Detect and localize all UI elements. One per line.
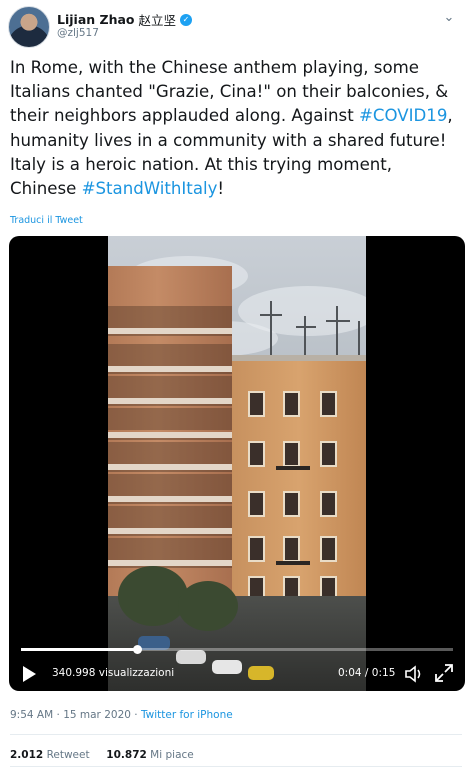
hashtag-covid19[interactable]: #COVID19 xyxy=(359,106,447,125)
video-progress-bar[interactable] xyxy=(21,645,453,654)
meta-separator: · xyxy=(53,709,64,721)
hashtag-standwithitaly[interactable]: #StandWithItaly xyxy=(82,179,218,198)
divider xyxy=(10,734,462,735)
tweet-text: In Rome, with the Chinese anthem playing… xyxy=(10,56,462,201)
tweet-text-part-3: ! xyxy=(217,179,225,199)
tweet-time[interactable]: 9:54 AM xyxy=(10,709,53,721)
retweets-label: Retweet xyxy=(46,749,90,761)
tweet-meta: 9:54 AM · 15 mar 2020 · Twitter for iPho… xyxy=(10,709,233,721)
likes-label: Mi piace xyxy=(150,749,194,761)
tweet-date[interactable]: 15 mar 2020 xyxy=(63,709,131,721)
video-player[interactable]: 340.998 visualizzazioni 0:04 / 0:15 xyxy=(9,236,465,691)
display-name[interactable]: Lijian Zhao xyxy=(57,12,135,27)
avatar[interactable] xyxy=(8,6,50,48)
meta-separator: · xyxy=(130,709,141,721)
chevron-down-icon[interactable]: ⌄ xyxy=(438,10,460,26)
video-view-count: 340.998 visualizzazioni xyxy=(52,667,175,679)
translate-tweet-link[interactable]: Traduci il Tweet xyxy=(10,215,83,226)
video-progress-fill xyxy=(21,648,138,651)
tweet-stats: 2.012 Retweet 10.872 Mi piace xyxy=(10,749,194,761)
retweets-stat[interactable]: 2.012 Retweet xyxy=(10,749,90,761)
video-frame xyxy=(108,236,366,691)
likes-count: 10.872 xyxy=(106,749,147,761)
volume-icon[interactable] xyxy=(404,664,426,684)
retweets-count: 2.012 xyxy=(10,749,44,761)
display-name-cjk[interactable]: 赵立坚 xyxy=(139,10,177,29)
verified-badge-icon: ✓ xyxy=(180,13,193,26)
fullscreen-icon[interactable] xyxy=(434,663,454,683)
author-handle[interactable]: @zlj517 xyxy=(57,27,99,39)
tweet-source-link[interactable]: Twitter for iPhone xyxy=(141,709,233,721)
likes-stat[interactable]: 10.872 Mi piace xyxy=(106,749,193,761)
play-icon[interactable] xyxy=(23,666,36,682)
video-time: 0:04 / 0:15 xyxy=(338,667,396,679)
divider xyxy=(10,766,462,767)
